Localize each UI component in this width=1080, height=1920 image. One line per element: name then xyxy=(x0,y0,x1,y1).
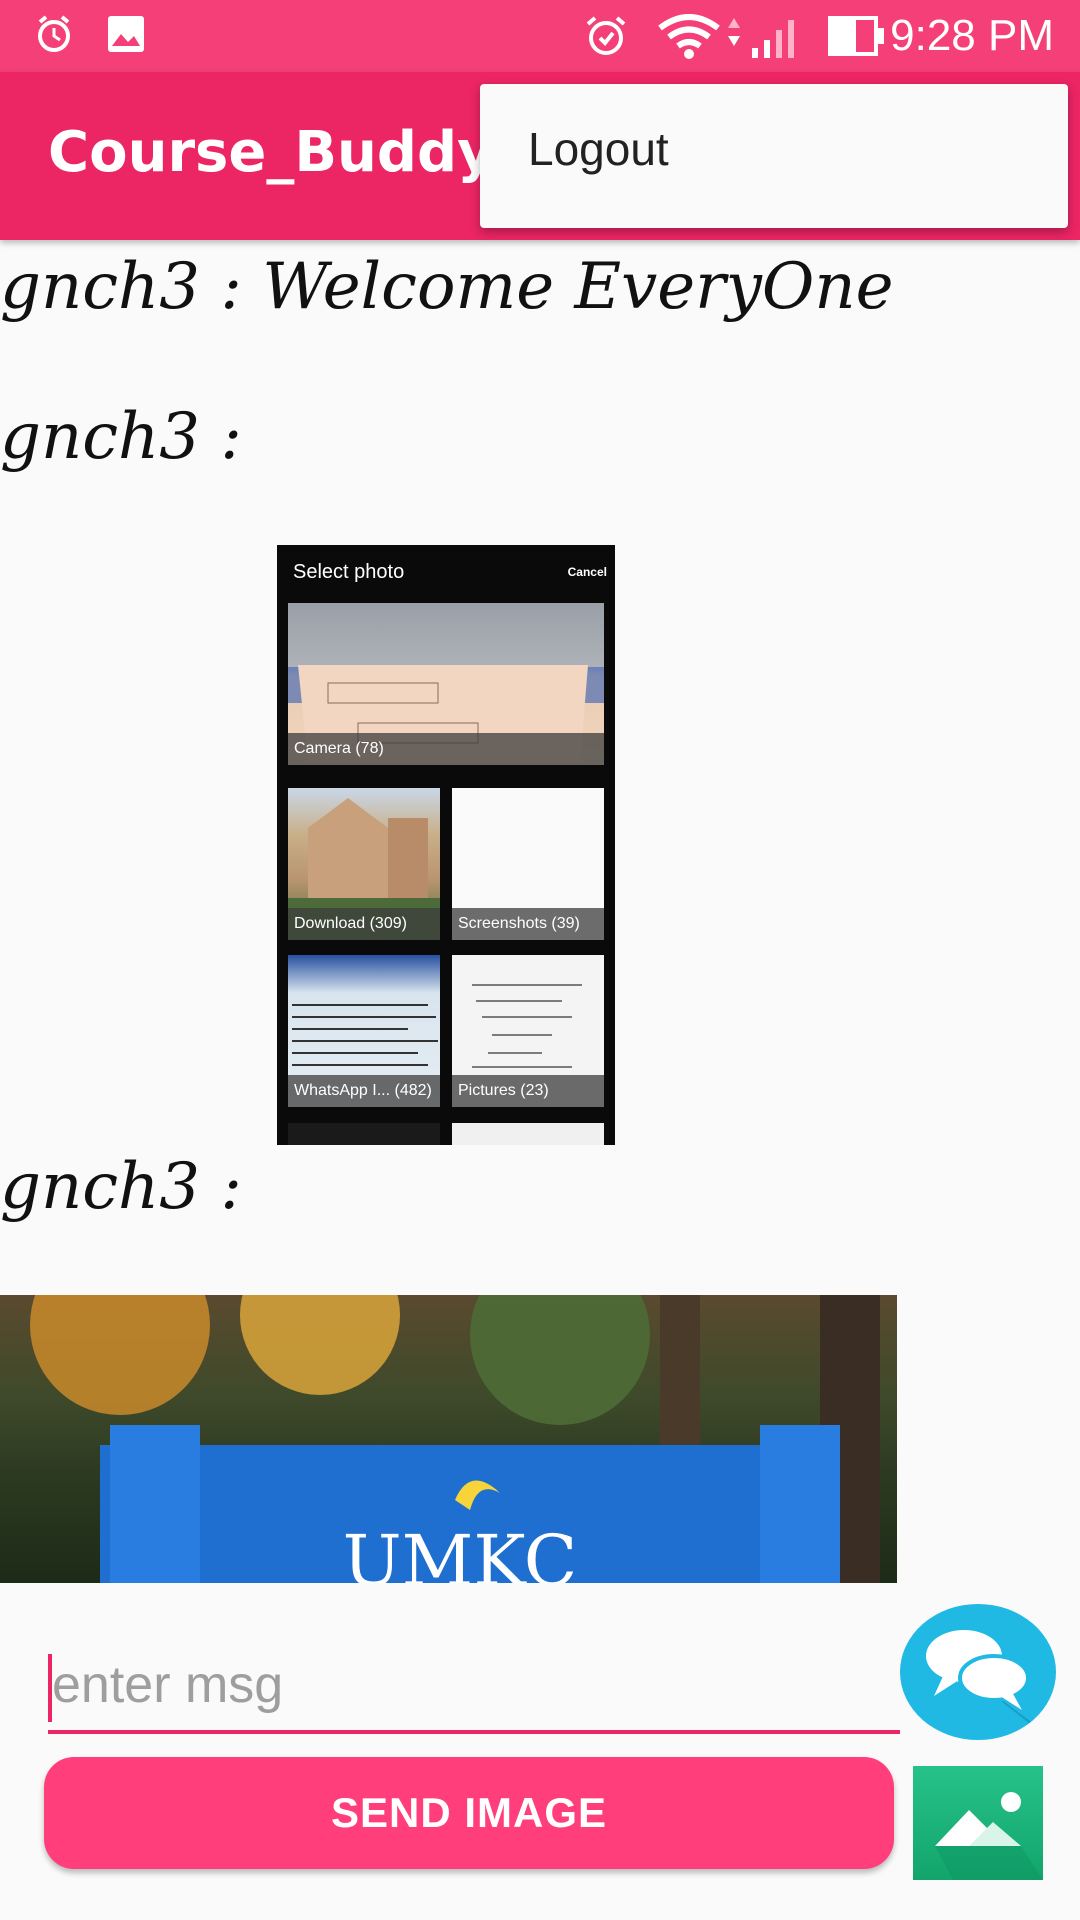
gallery-icon xyxy=(935,1792,1043,1880)
chat-message: gnch3 : xyxy=(0,1150,242,1224)
chat-message: gnch3 : xyxy=(0,400,242,474)
send-image-button[interactable]: SEND IMAGE xyxy=(44,1757,894,1869)
text-cursor xyxy=(48,1654,52,1722)
album-label: Screenshots (39) xyxy=(452,908,604,940)
album-tile-partial xyxy=(288,1123,440,1145)
picker-title: Select photo xyxy=(293,561,405,583)
menu-item-logout[interactable]: Logout xyxy=(528,122,669,176)
status-bar: 9:28 PM xyxy=(0,0,1080,72)
app-title: Course_Buddy xyxy=(48,120,494,185)
shared-image-umkc-sign[interactable]: UMKC xyxy=(0,1295,897,1583)
album-label: Camera (78) xyxy=(288,733,604,765)
album-tile-whatsapp: WhatsApp I... (482) xyxy=(288,955,440,1107)
signal-icon xyxy=(728,18,794,58)
umkc-sign-text: UMKC xyxy=(343,1520,578,1583)
overflow-menu: Logout xyxy=(480,84,1068,228)
album-tile-camera: Camera (78) xyxy=(288,603,604,765)
album-label: Pictures (23) xyxy=(452,1075,604,1107)
album-label: WhatsApp I... (482) xyxy=(288,1075,440,1107)
alarm-icon xyxy=(38,15,70,52)
gallery-button[interactable] xyxy=(913,1766,1043,1880)
chat-bubbles-icon xyxy=(926,1630,1056,1740)
album-tile-pictures: Pictures (23) xyxy=(452,955,604,1107)
shared-image-photo-picker[interactable]: Select photo Cancel Camera (78) Download… xyxy=(277,545,615,1145)
message-input[interactable] xyxy=(48,1640,900,1734)
album-label: Download (309) xyxy=(288,908,440,940)
battery-icon xyxy=(828,16,884,56)
album-tile-download: Download (309) xyxy=(288,788,440,940)
chat-fab-button[interactable] xyxy=(900,1604,1056,1740)
album-tile-partial xyxy=(452,1123,604,1145)
image-icon xyxy=(108,16,144,52)
status-time: 9:28 PM xyxy=(890,11,1054,60)
album-tile-screenshots: Screenshots (39) xyxy=(452,788,604,940)
chat-message: gnch3 : Welcome EveryOne xyxy=(0,250,894,324)
picker-cancel: Cancel xyxy=(567,565,607,579)
alarm-clock-icon xyxy=(586,16,626,55)
wifi-icon xyxy=(658,14,720,59)
